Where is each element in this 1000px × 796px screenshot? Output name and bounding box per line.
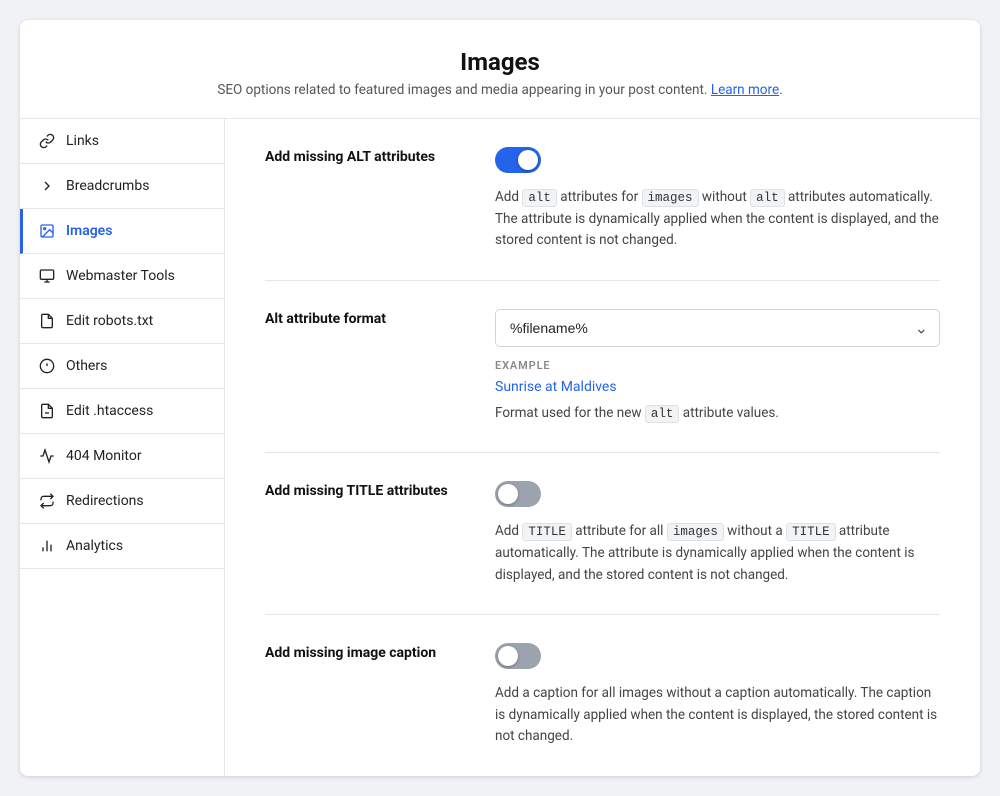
redirect-icon xyxy=(38,492,56,510)
title-toggle-wrapper xyxy=(495,481,940,511)
sidebar-item-webmaster-tools[interactable]: Webmaster Tools xyxy=(20,254,224,299)
breadcrumb-icon xyxy=(38,177,56,195)
alt-attributes-desc: Add alt attributes for images without al… xyxy=(495,187,940,252)
title-toggle-track[interactable] xyxy=(495,481,541,507)
page-header: Images SEO options related to featured i… xyxy=(20,20,980,119)
sidebar-label-analytics: Analytics xyxy=(66,538,123,554)
alt-toggle-thumb xyxy=(518,150,538,170)
htaccess-icon xyxy=(38,402,56,420)
title-attributes-control: Add TITLE attribute for all images witho… xyxy=(495,481,940,586)
alt-format-select[interactable]: %filename% %title% %alt% %description% xyxy=(495,309,940,347)
title-attributes-desc: Add TITLE attribute for all images witho… xyxy=(495,521,940,586)
caption-desc: Add a caption for all images without a c… xyxy=(495,683,940,748)
main-layout: Links Breadcrumbs xyxy=(20,119,980,776)
sidebar: Links Breadcrumbs xyxy=(20,119,225,776)
sidebar-label-404: 404 Monitor xyxy=(66,448,142,464)
sidebar-label-images: Images xyxy=(66,223,112,239)
webmaster-icon xyxy=(38,267,56,285)
code-title-1: TITLE xyxy=(522,523,572,541)
analytics-icon xyxy=(38,537,56,555)
alt-attributes-label: Add missing ALT attributes xyxy=(265,147,465,165)
sidebar-item-htaccess[interactable]: Edit .htaccess xyxy=(20,389,224,434)
content-area: Add missing ALT attributes Add alt attri… xyxy=(225,119,980,776)
images-icon xyxy=(38,222,56,240)
sidebar-label-redirections: Redirections xyxy=(66,493,144,509)
sidebar-item-analytics[interactable]: Analytics xyxy=(20,524,224,569)
caption-control: Add a caption for all images without a c… xyxy=(495,643,940,748)
code-title-2: TITLE xyxy=(786,523,836,541)
learn-more-link[interactable]: Learn more xyxy=(711,82,779,98)
app-container: Images SEO options related to featured i… xyxy=(20,20,980,776)
alt-format-control: %filename% %title% %alt% %description% ⌄… xyxy=(495,309,940,425)
sidebar-label-robots: Edit robots.txt xyxy=(66,313,153,329)
code-images-1: images xyxy=(642,189,699,207)
sidebar-label-webmaster: Webmaster Tools xyxy=(66,268,175,284)
sidebar-item-edit-robots[interactable]: Edit robots.txt xyxy=(20,299,224,344)
file-icon xyxy=(38,312,56,330)
sidebar-item-redirections[interactable]: Redirections xyxy=(20,479,224,524)
alt-toggle-track[interactable] xyxy=(495,147,541,173)
page-description: SEO options related to featured images a… xyxy=(60,82,940,98)
alt-toggle-wrapper xyxy=(495,147,940,177)
caption-toggle-wrapper xyxy=(495,643,940,673)
caption-toggle-track[interactable] xyxy=(495,643,541,669)
title-attributes-label: Add missing TITLE attributes xyxy=(265,481,465,499)
alt-format-select-wrapper: %filename% %title% %alt% %description% ⌄ xyxy=(495,309,940,347)
title-attributes-setting: Add missing TITLE attributes Add TITLE a… xyxy=(265,453,940,615)
code-images-2: images xyxy=(667,523,724,541)
page-title: Images xyxy=(60,48,940,76)
title-toggle-thumb xyxy=(498,484,518,504)
sidebar-item-404-monitor[interactable]: 404 Monitor xyxy=(20,434,224,479)
monitor-icon xyxy=(38,447,56,465)
alt-attributes-setting: Add missing ALT attributes Add alt attri… xyxy=(265,119,940,281)
caption-toggle[interactable] xyxy=(495,643,541,669)
sidebar-label-others: Others xyxy=(66,358,107,374)
sidebar-label-breadcrumbs: Breadcrumbs xyxy=(66,178,149,194)
link-icon xyxy=(38,132,56,150)
code-alt-2: alt xyxy=(750,189,785,207)
sidebar-item-others[interactable]: Others xyxy=(20,344,224,389)
code-alt-1: alt xyxy=(522,189,557,207)
sidebar-label-links: Links xyxy=(66,133,99,149)
caption-toggle-thumb xyxy=(498,646,518,666)
title-toggle[interactable] xyxy=(495,481,541,507)
sidebar-label-htaccess: Edit .htaccess xyxy=(66,403,153,419)
sidebar-item-links[interactable]: Links xyxy=(20,119,224,164)
caption-setting: Add missing image caption Add a caption … xyxy=(265,615,940,776)
example-link[interactable]: Sunrise at Maldives xyxy=(495,379,617,395)
alt-toggle[interactable] xyxy=(495,147,541,173)
sidebar-item-breadcrumbs[interactable]: Breadcrumbs xyxy=(20,164,224,209)
example-label: EXAMPLE xyxy=(495,359,940,372)
alt-format-label: Alt attribute format xyxy=(265,309,465,327)
alt-format-desc: Format used for the new alt attribute va… xyxy=(495,403,940,425)
caption-label: Add missing image caption xyxy=(265,643,465,661)
sidebar-item-images[interactable]: Images xyxy=(20,209,224,254)
alt-format-setting: Alt attribute format %filename% %title% … xyxy=(265,281,940,454)
code-alt-format: alt xyxy=(645,405,680,423)
others-icon xyxy=(38,357,56,375)
alt-attributes-control: Add alt attributes for images without al… xyxy=(495,147,940,252)
